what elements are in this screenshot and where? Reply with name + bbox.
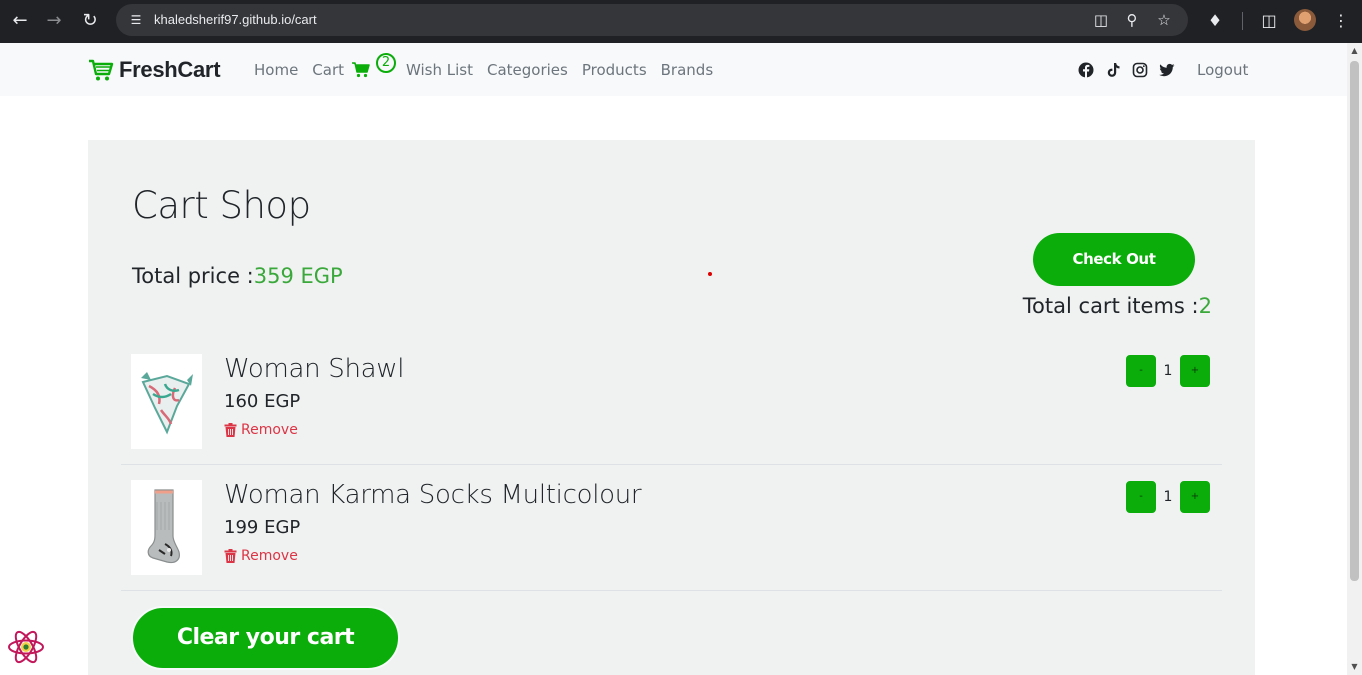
profile-avatar[interactable]	[1294, 9, 1316, 31]
shawl-image	[141, 372, 193, 435]
total-price-value: 359 EGP	[253, 264, 343, 288]
quantity-stepper: - 1 +	[1126, 355, 1210, 387]
nav-categories[interactable]: Categories	[487, 60, 568, 80]
product-price: 199 EGP	[224, 517, 301, 538]
product-name: Woman Shawl	[224, 354, 405, 384]
shopping-cart-logo-icon	[89, 59, 114, 81]
nav-brands[interactable]: Brands	[661, 60, 714, 80]
remove-label: Remove	[241, 548, 298, 564]
side-panel-icon[interactable]: ◫	[1257, 9, 1281, 33]
total-cart-items: Total cart items :2	[1023, 294, 1212, 318]
logout-link[interactable]: Logout	[1197, 60, 1248, 80]
cart-panel: Cart Shop Total price :359 EGP Check Out…	[88, 140, 1255, 675]
nav-cart[interactable]: Cart 2	[312, 53, 397, 80]
forward-icon[interactable]: →	[42, 9, 66, 33]
clear-cart-button[interactable]: Clear your cart	[131, 606, 400, 670]
nav-products[interactable]: Products	[582, 60, 647, 80]
quantity-value: 1	[1163, 363, 1173, 379]
react-devtools-icon[interactable]	[6, 628, 46, 666]
nav-links: Home Cart 2 Wish List Categories Product…	[254, 53, 727, 80]
total-items-label: Total cart items :	[1022, 294, 1199, 318]
back-icon[interactable]: ←	[8, 9, 32, 33]
facebook-icon[interactable]	[1078, 62, 1094, 78]
nav-cart-label: Cart	[312, 61, 345, 79]
decrement-button[interactable]: -	[1126, 481, 1156, 513]
remove-item-button[interactable]: Remove	[224, 548, 298, 564]
social-links	[1078, 62, 1186, 78]
cart-item: Woman Karma Socks Multicolour 199 EGP Re…	[121, 465, 1222, 591]
toolbar-divider	[1242, 12, 1243, 30]
browser-toolbar: ← → ↻ ☰ khaledsherif97.github.io/cart ◫ …	[0, 0, 1362, 43]
product-image[interactable]	[131, 480, 202, 575]
total-price: Total price :359 EGP	[132, 264, 343, 288]
cursor-dot	[708, 272, 712, 276]
nav-home[interactable]: Home	[254, 60, 298, 80]
product-name: Woman Karma Socks Multicolour	[224, 480, 642, 510]
extensions-icon[interactable]: ♦	[1203, 9, 1227, 33]
increment-button[interactable]: +	[1180, 355, 1210, 387]
product-price: 160 EGP	[224, 391, 301, 412]
navbar: FreshCart Home Cart 2 Wish List Categori…	[0, 43, 1347, 96]
cart-item: Woman Shawl 160 EGP Remove - 1 +	[121, 339, 1222, 465]
scrollbar-thumb[interactable]	[1350, 61, 1359, 581]
scroll-up-icon[interactable]: ▲	[1350, 47, 1359, 55]
reload-icon[interactable]: ↻	[78, 9, 102, 33]
total-items-value: 2	[1198, 294, 1212, 318]
remove-item-button[interactable]: Remove	[224, 422, 298, 438]
tiktok-icon[interactable]	[1105, 62, 1121, 78]
install-app-icon[interactable]: ◫	[1090, 9, 1112, 31]
instagram-icon[interactable]	[1132, 62, 1148, 78]
trash-icon	[224, 423, 237, 437]
brand-logo[interactable]: FreshCart	[88, 57, 221, 83]
cart-title: Cart Shop	[132, 184, 311, 227]
quantity-value: 1	[1163, 489, 1173, 505]
url-text[interactable]: khaledsherif97.github.io/cart	[154, 12, 317, 27]
zoom-icon[interactable]: ⚲	[1121, 9, 1143, 31]
cart-icon	[352, 62, 370, 78]
page-scrollbar[interactable]: ▲ ▼	[1347, 43, 1362, 675]
address-bar[interactable]: ☰ khaledsherif97.github.io/cart ◫ ⚲ ☆	[116, 4, 1188, 36]
checkout-button[interactable]: Check Out	[1033, 233, 1195, 286]
increment-button[interactable]: +	[1180, 481, 1210, 513]
trash-icon	[224, 549, 237, 563]
decrement-button[interactable]: -	[1126, 355, 1156, 387]
total-price-label: Total price :	[132, 264, 254, 288]
scroll-down-icon[interactable]: ▼	[1350, 663, 1359, 671]
socks-image	[147, 489, 180, 564]
site-info-icon[interactable]: ☰	[126, 10, 146, 30]
page: FreshCart Home Cart 2 Wish List Categori…	[0, 43, 1347, 675]
nav-wishlist[interactable]: Wish List	[406, 60, 473, 80]
bookmark-star-icon[interactable]: ☆	[1153, 9, 1175, 31]
remove-label: Remove	[241, 422, 298, 438]
product-image[interactable]	[131, 354, 202, 449]
menu-kebab-icon[interactable]: ⋮	[1329, 9, 1353, 33]
twitter-icon[interactable]	[1159, 62, 1175, 78]
quantity-stepper: - 1 +	[1126, 481, 1210, 513]
brand-name: FreshCart	[119, 57, 221, 82]
cart-count-badge: 2	[376, 53, 397, 73]
